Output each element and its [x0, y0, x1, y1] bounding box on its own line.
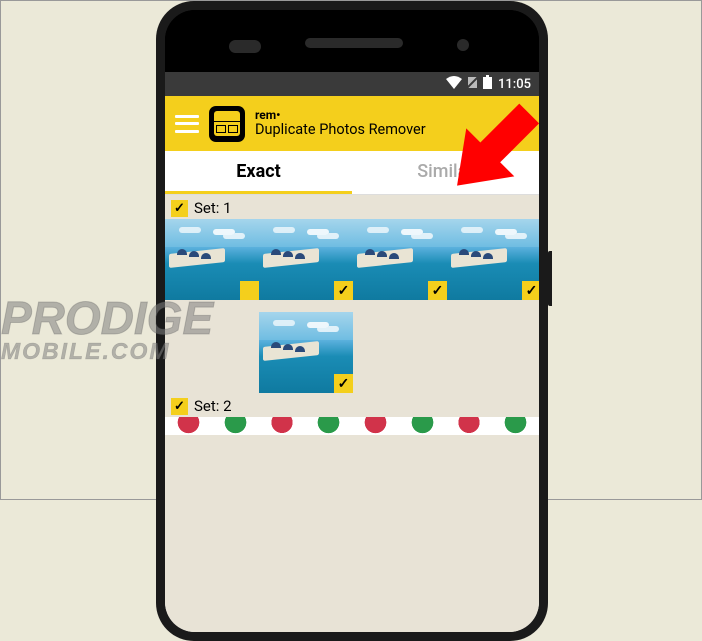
app-bar: rem• Duplicate Photos Remover: [165, 96, 539, 151]
menu-icon[interactable]: [175, 115, 199, 133]
set-1-label: Set: 1: [194, 199, 232, 217]
select-checkbox-checked[interactable]: ✓: [334, 281, 353, 300]
set-2-row-partial: [165, 417, 539, 435]
photo-thumbnail[interactable]: ✓: [353, 219, 447, 300]
checkbox-icon[interactable]: ✓: [171, 200, 188, 217]
no-sd-icon: [466, 76, 479, 93]
select-checkbox-checked[interactable]: ✓: [428, 281, 447, 300]
photo-thumbnail[interactable]: ✓: [259, 312, 353, 393]
app-logo-icon: [209, 106, 245, 142]
set-2-header[interactable]: ✓ Set: 2: [165, 393, 539, 417]
set-1-row-2: ✓: [165, 312, 539, 393]
battery-icon: [483, 75, 492, 93]
select-checkbox-checked[interactable]: ✓: [522, 281, 539, 300]
select-checkbox-empty[interactable]: ✓: [240, 281, 259, 300]
earpiece-speaker: [305, 38, 403, 48]
wifi-icon: [446, 76, 462, 93]
app-titles: rem• Duplicate Photos Remover: [255, 109, 426, 138]
select-checkbox-checked[interactable]: ✓: [334, 374, 353, 393]
status-time: 11:05: [498, 77, 531, 92]
set-2-label: Set: 2: [194, 397, 232, 415]
thumbnail-spacer: [165, 312, 259, 393]
checkbox-icon[interactable]: ✓: [171, 398, 188, 415]
photo-thumbnail[interactable]: ✓: [259, 219, 353, 300]
front-camera: [229, 40, 261, 53]
app-title: Duplicate Photos Remover: [255, 122, 426, 138]
set-1-header[interactable]: ✓ Set: 1: [165, 195, 539, 219]
phone-inner: 11:05 rem• Duplicate Photos Remover Exac…: [165, 10, 539, 632]
set-1-row-1: ✓ ✓ ✓ ✓: [165, 219, 539, 300]
tab-exact[interactable]: Exact: [165, 151, 352, 194]
tab-similar[interactable]: Similar: [352, 151, 539, 194]
photo-thumbnail[interactable]: ✓: [165, 219, 259, 300]
proximity-sensor: [457, 39, 469, 51]
status-bar: 11:05: [165, 72, 539, 96]
content-area[interactable]: ✓ Set: 1 ✓ ✓ ✓: [165, 195, 539, 632]
screen: 11:05 rem• Duplicate Photos Remover Exac…: [165, 72, 539, 632]
phone-top-bezel: [165, 10, 539, 72]
phone-frame: 11:05 rem• Duplicate Photos Remover Exac…: [156, 1, 548, 641]
phone-side-button: [548, 251, 552, 306]
photo-thumbnail[interactable]: ✓: [447, 219, 539, 300]
tab-bar: Exact Similar: [165, 151, 539, 195]
